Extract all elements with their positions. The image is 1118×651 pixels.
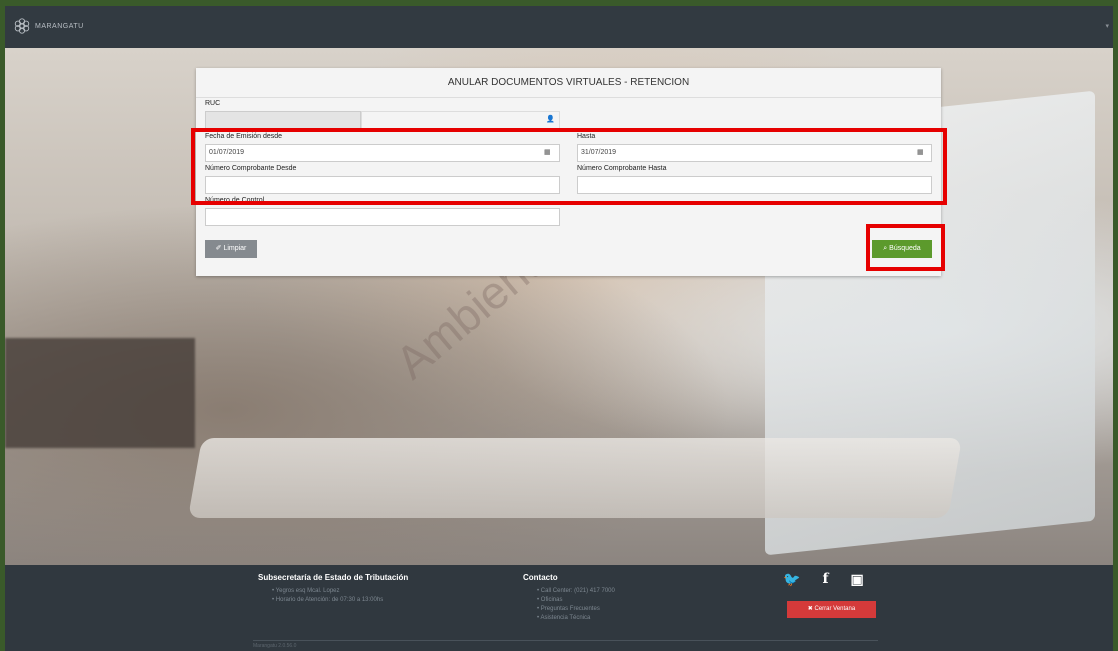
form-title: ANULAR DOCUMENTOS VIRTUALES - RETENCION	[196, 68, 941, 98]
footer-address: • Yegros esq Mcal. Lopez	[272, 588, 340, 594]
youtube-icon[interactable]: ▣	[850, 571, 863, 588]
footer-version: Marangatu 2.0.56.0	[253, 643, 297, 649]
footer-link-callcenter[interactable]: • Call Center: (021) 417 7000	[523, 587, 615, 596]
highlight-box-fields	[191, 128, 947, 205]
close-icon: ✖	[807, 606, 813, 612]
menu-caret-icon[interactable]: ▾	[1105, 22, 1109, 30]
social-links: 🐦 f ▣	[783, 571, 864, 588]
facebook-icon[interactable]: f	[822, 571, 828, 588]
footer-col1-title: Subsecretaría de Estado de Tributación	[258, 573, 409, 582]
ruc-field-remainder	[361, 111, 560, 129]
bg-dark-object	[5, 338, 195, 448]
flower-logo-icon	[14, 18, 30, 34]
footer-col-sset: Subsecretaría de Estado de Tributación •…	[258, 573, 408, 605]
ruc-field	[205, 111, 361, 129]
footer-divider	[253, 640, 878, 641]
cerrar-label: Cerrar Ventana	[814, 606, 856, 612]
control-input[interactable]	[205, 208, 560, 226]
limpiar-label: Limpiar	[223, 245, 247, 252]
footer-link-oficinas[interactable]: • Oficinas	[523, 596, 615, 605]
bg-keyboard	[187, 438, 963, 518]
footer-col2-title: Contacto	[523, 573, 558, 582]
app-window: MARANGATU ▾ Ambiente de Pruebas ANULAR D…	[5, 6, 1113, 651]
footer-col-contacto: Contacto • Call Center: (021) 417 7000 •…	[523, 573, 615, 623]
top-navbar: MARANGATU ▾	[5, 6, 1113, 48]
site-footer: Subsecretaría de Estado de Tributación •…	[5, 565, 1113, 651]
brand-name: MARANGATU	[35, 22, 84, 30]
limpiar-button[interactable]: ✐ Limpiar	[205, 240, 257, 258]
ruc-label: RUC	[205, 100, 221, 107]
cerrar-ventana-button[interactable]: ✖ Cerrar Ventana	[787, 601, 876, 618]
footer-link-faq[interactable]: • Preguntas Frecuentes	[523, 605, 615, 614]
user-icon: 👤	[546, 116, 555, 123]
footer-link-asistencia[interactable]: • Asistencia Técnica	[523, 614, 615, 623]
highlight-box-search-button	[866, 224, 945, 271]
eraser-icon: ✐	[215, 245, 222, 252]
brand-logo[interactable]: MARANGATU	[13, 17, 84, 35]
footer-hours: • Horario de Atención: de 07:30 a 13:00h…	[272, 597, 384, 603]
twitter-icon[interactable]: 🐦	[783, 571, 800, 588]
